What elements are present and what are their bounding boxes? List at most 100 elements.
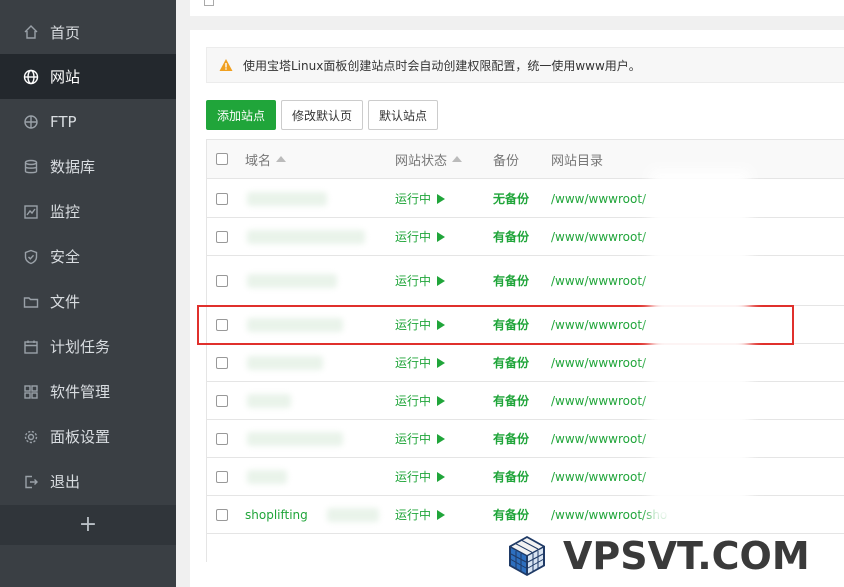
site-status[interactable]: 运行中 (395, 496, 446, 533)
sidebar-item-label: 安全 (50, 248, 81, 266)
site-status[interactable]: 运行中 (395, 344, 446, 381)
sidebar-item-label: 监控 (50, 203, 81, 221)
ftp-icon (22, 113, 40, 131)
folder-icon (22, 293, 40, 311)
globe-icon (22, 68, 40, 86)
site-status[interactable]: 运行中 (395, 382, 446, 419)
redaction-mask (650, 170, 750, 525)
sidebar-item-ftp[interactable]: FTP (0, 99, 176, 144)
redacted-domain (247, 230, 365, 244)
site-status[interactable]: 运行中 (395, 420, 446, 457)
home-icon (204, 0, 214, 6)
site-status[interactable]: 运行中 (395, 218, 446, 255)
sidebar: 首页 网站 FTP 数据库 监控 安全 文件 计划任务 软件管理 面板设置 退出 (0, 0, 176, 587)
site-backup[interactable]: 有备份 (493, 256, 529, 305)
sidebar-item-label: 数据库 (50, 158, 96, 176)
row-checkbox[interactable] (216, 218, 228, 255)
sort-up-icon (452, 156, 463, 162)
play-icon (437, 193, 446, 204)
site-backup[interactable]: 有备份 (493, 382, 529, 419)
site-backup[interactable]: 有备份 (493, 218, 529, 255)
sidebar-item-label: 软件管理 (50, 383, 111, 401)
play-icon (437, 471, 446, 482)
site-dir-link[interactable]: /www/wwwroot/ (551, 420, 646, 457)
add-site-button[interactable]: 添加站点 (206, 100, 277, 130)
site-status[interactable]: 运行中 (395, 256, 446, 305)
sidebar-item-security[interactable]: 安全 (0, 234, 176, 279)
sidebar-item-database[interactable]: 数据库 (0, 144, 176, 189)
redacted-domain (327, 508, 379, 522)
logout-icon (22, 473, 40, 491)
watermark: VPSVT.COM (505, 534, 810, 578)
shield-icon (22, 248, 40, 266)
apps-icon (22, 383, 40, 401)
header-dir: 网站目录 (551, 153, 604, 169)
site-dir-link[interactable]: /www/wwwroot/ (551, 218, 646, 255)
header-status[interactable]: 网站状态 (395, 140, 463, 178)
default-site-button[interactable]: 默认站点 (368, 100, 439, 130)
row-checkbox[interactable] (216, 180, 228, 217)
site-backup[interactable]: 有备份 (493, 420, 529, 457)
play-icon (437, 231, 446, 242)
site-backup[interactable]: 有备份 (493, 344, 529, 381)
sidebar-item-monitor[interactable]: 监控 (0, 189, 176, 234)
sidebar-item-label: FTP (50, 112, 77, 131)
row-checkbox[interactable] (216, 344, 228, 381)
site-dir-link[interactable]: /www/wwwroot/ (551, 256, 646, 305)
sidebar-item-label: 退出 (50, 473, 81, 491)
row-checkbox[interactable] (216, 382, 228, 419)
sidebar-item-files[interactable]: 文件 (0, 279, 176, 324)
site-status[interactable]: 运行中 (395, 458, 446, 495)
play-icon (437, 275, 446, 286)
site-domain-link[interactable]: shoplifting (245, 496, 308, 533)
site-backup[interactable]: 有备份 (493, 458, 529, 495)
sidebar-item-cron[interactable]: 计划任务 (0, 324, 176, 369)
play-icon (437, 509, 446, 520)
warning-icon (219, 59, 233, 71)
redacted-domain (247, 470, 287, 484)
redacted-domain (247, 274, 337, 288)
toolbar: 添加站点 修改默认页 默认站点 (206, 100, 439, 130)
sort-up-icon (276, 156, 287, 162)
notice-banner: 使用宝塔Linux面板创建站点时会自动创建权限配置，统一使用www用户。 (206, 47, 844, 83)
edit-default-page-button[interactable]: 修改默认页 (281, 100, 364, 130)
cube-logo-icon (509, 536, 545, 576)
monitor-icon (22, 203, 40, 221)
sidebar-add-button[interactable]: + (0, 505, 176, 545)
site-status[interactable]: 运行中 (395, 180, 446, 217)
site-dir-link[interactable]: /www/wwwroot/ (551, 458, 646, 495)
redacted-domain (247, 192, 327, 206)
gear-icon (22, 428, 40, 446)
redacted-domain (247, 432, 343, 446)
watermark-text: VPSVT.COM (563, 534, 810, 578)
sidebar-item-label: 计划任务 (50, 338, 111, 356)
row-checkbox[interactable] (216, 458, 228, 495)
plus-icon: + (78, 512, 98, 537)
site-dir-link[interactable]: /www/wwwroot/ (551, 344, 646, 381)
sidebar-item-label: 面板设置 (50, 428, 111, 446)
row-checkbox[interactable] (216, 256, 228, 305)
header-backup: 备份 (493, 153, 520, 169)
notice-text: 使用宝塔Linux面板创建站点时会自动创建权限配置，统一使用www用户。 (243, 58, 641, 73)
row-checkbox[interactable] (216, 420, 228, 457)
sidebar-item-website[interactable]: 网站 (0, 54, 176, 99)
site-backup[interactable]: 有备份 (493, 496, 529, 533)
site-dir-link[interactable]: /www/wwwroot/ (551, 382, 646, 419)
play-icon (437, 395, 446, 406)
database-icon (22, 158, 40, 176)
sidebar-item-software[interactable]: 软件管理 (0, 369, 176, 414)
sidebar-item-settings[interactable]: 面板设置 (0, 414, 176, 459)
play-icon (437, 433, 446, 444)
site-dir-link[interactable]: /www/wwwroot/ (551, 180, 646, 217)
breadcrumb (190, 0, 844, 16)
sidebar-item-logout[interactable]: 退出 (0, 459, 176, 504)
site-backup[interactable]: 无备份 (493, 180, 529, 217)
header-domain[interactable]: 域名 (245, 140, 287, 178)
sidebar-item-label: 首页 (50, 23, 81, 42)
select-all-checkbox[interactable] (216, 140, 228, 178)
sidebar-item-label: 网站 (50, 68, 81, 86)
sidebar-item-home[interactable]: 首页 (0, 0, 176, 54)
redacted-domain (247, 394, 291, 408)
redacted-domain (247, 356, 323, 370)
row-checkbox[interactable] (216, 496, 228, 533)
